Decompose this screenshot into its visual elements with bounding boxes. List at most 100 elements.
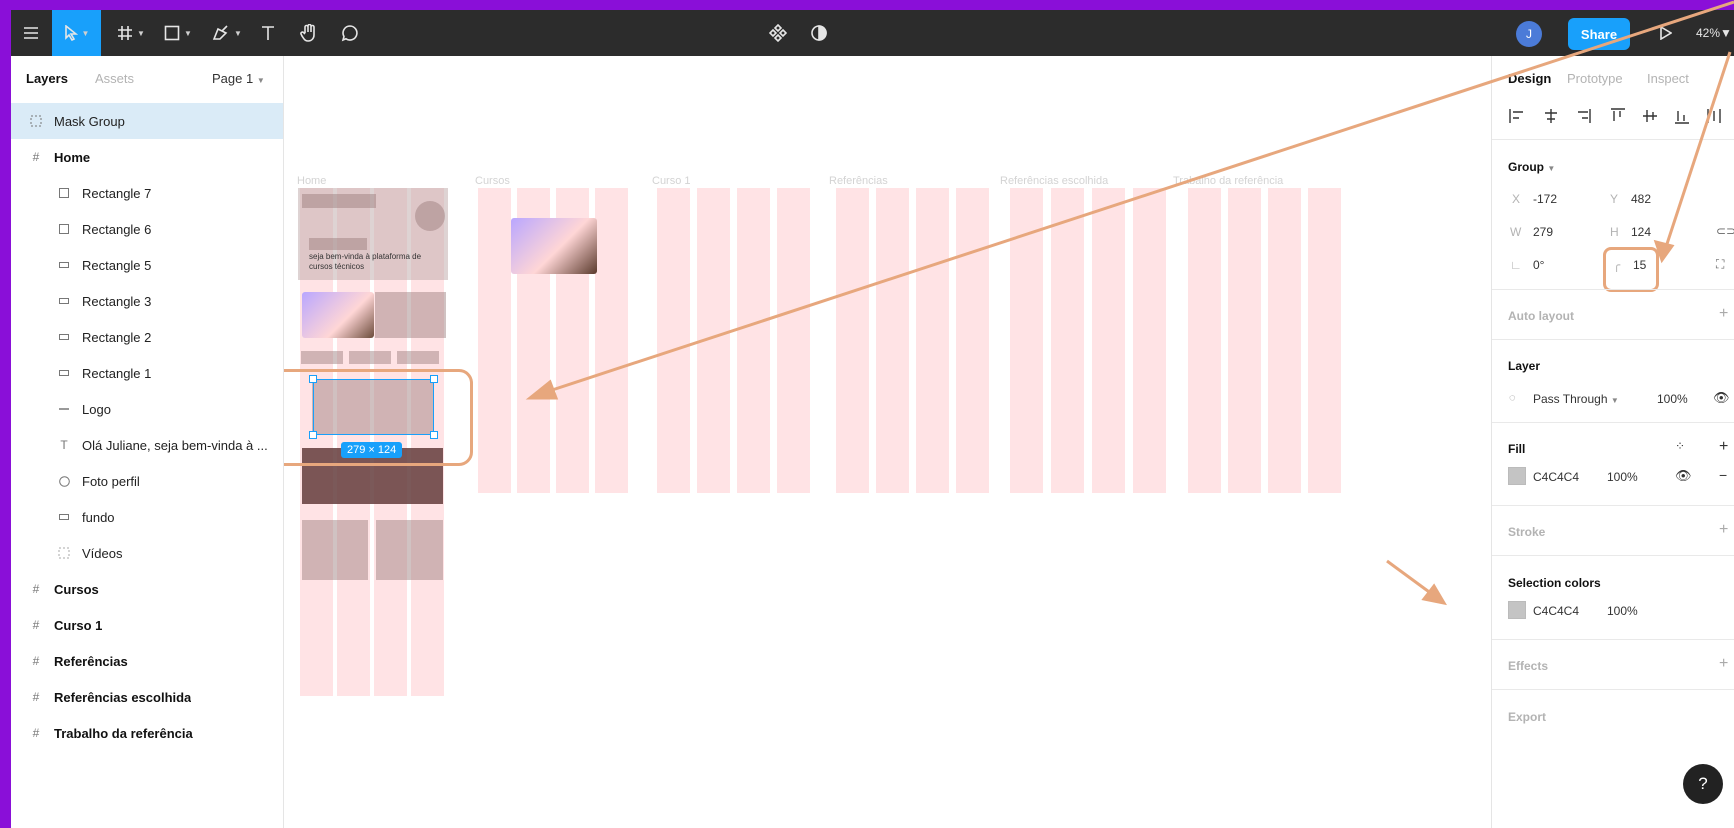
cursos-illustration-image[interactable] [511,218,597,274]
tab-inspect[interactable]: Inspect [1647,71,1689,86]
align-top-icon[interactable] [1611,108,1625,121]
avatar[interactable]: J [1516,21,1542,47]
comment-tool-icon[interactable] [338,10,362,56]
layer-videos[interactable]: Vídeos [11,535,283,571]
layer-frame-cursos[interactable]: # Cursos [11,571,283,607]
add-effect-icon[interactable]: + [1719,655,1728,673]
remove-fill-icon[interactable]: − [1719,467,1727,483]
add-stroke-icon[interactable]: + [1719,521,1728,539]
present-icon[interactable] [1655,10,1677,56]
card-rect[interactable] [375,292,446,338]
tab-design[interactable]: Design [1508,71,1551,86]
tab-rect[interactable] [397,351,439,364]
layer-rectangle-5[interactable]: Rectangle 5 [11,247,283,283]
layer-mask-group[interactable]: Mask Group [11,103,283,139]
frame-icon: # [32,690,40,704]
independent-corners-icon[interactable]: ⛶ [1716,257,1724,272]
illustration-image[interactable] [302,292,374,338]
layer-foto-perfil[interactable]: Foto perfil [11,463,283,499]
width-field[interactable]: 279 [1533,225,1553,239]
help-button[interactable]: ? [1683,764,1723,804]
layer-frame-referencias-escolhida[interactable]: # Referências escolhida [11,679,283,715]
distribute-icon[interactable] [1707,109,1721,123]
layer-frame-curso-1[interactable]: # Curso 1 [11,607,283,643]
video-thumb[interactable] [376,520,443,580]
selection-color-hex[interactable]: C4C4C4 [1533,604,1579,618]
frame-label-referencias[interactable]: Referências [829,175,888,187]
frame-tool-icon[interactable]: ▼ [112,10,150,56]
layout-grid-column [916,188,949,493]
fill-opacity-field[interactable]: 100% [1607,470,1638,484]
layer-fundo[interactable]: fundo [11,499,283,535]
layout-grid-column [1092,188,1125,493]
layout-grid-column [1133,188,1166,493]
layer-opacity-field[interactable]: 100% [1657,392,1688,406]
section-layer: Layer ◌ Pass Through ▼ 100% 👁 [1492,339,1734,422]
layer-frame-referencias[interactable]: # Referências [11,643,283,679]
blend-mode-select[interactable]: Pass Through ▼ [1533,392,1619,406]
align-right-icon[interactable] [1578,109,1591,123]
layer-frame-trabalho-da-referencia[interactable]: # Trabalho da referência [11,715,283,751]
fill-swatch[interactable] [1508,467,1526,485]
add-auto-layout-icon[interactable]: + [1719,305,1728,323]
frame-label-referencias-escolhida[interactable]: Referências escolhida [1000,175,1108,187]
add-fill-icon[interactable]: + [1719,438,1728,456]
x-field[interactable]: -172 [1533,192,1557,206]
align-left-icon[interactable] [1509,109,1523,123]
profile-photo[interactable] [415,201,445,231]
fill-hex-field[interactable]: C4C4C4 [1533,470,1579,484]
zoom-level[interactable]: 42% ▼ [1696,10,1732,56]
share-button[interactable]: Share [1568,18,1630,50]
pen-tool-icon[interactable]: ▼ [207,10,247,56]
move-tool-icon[interactable]: ▼ [52,10,101,56]
align-center-v-icon[interactable] [1643,110,1657,122]
height-field[interactable]: 124 [1631,225,1651,239]
align-center-h-icon[interactable] [1545,109,1557,123]
selection-color-swatch[interactable] [1508,601,1526,619]
logo-rect[interactable] [302,194,376,208]
frame-icon: # [32,150,40,164]
layer-logo[interactable]: Logo [11,391,283,427]
tab-layers[interactable]: Layers [26,71,68,86]
layout-grid-column [478,188,511,493]
layer-rectangle-6[interactable]: Rectangle 6 [11,211,283,247]
layer-rectangle-2[interactable]: Rectangle 2 [11,319,283,355]
shape-tool-icon[interactable]: ▼ [159,10,197,56]
layer-rectangle-1[interactable]: Rectangle 1 [11,355,283,391]
menu-icon[interactable] [19,10,43,56]
tab-prototype[interactable]: Prototype [1567,71,1623,86]
tab-rect[interactable] [301,351,343,364]
layer-rectangle-7[interactable]: Rectangle 7 [11,175,283,211]
layout-grid-column [737,188,770,493]
frame-label-trabalho-da-referencia[interactable]: Trabalho da referência [1173,175,1283,187]
video-thumb[interactable] [302,520,368,580]
greeting-bar[interactable] [309,238,367,250]
layer-frame-home[interactable]: # Home [11,139,283,175]
style-grid-icon[interactable]: ⁘ [1675,439,1685,453]
text-tool-icon[interactable] [256,10,280,56]
layer-rectangle-3[interactable]: Rectangle 3 [11,283,283,319]
frame-label-curso-1[interactable]: Curso 1 [652,175,691,187]
visibility-eye-icon[interactable]: 👁 [1713,390,1730,406]
rectangle-icon [57,294,71,308]
y-field[interactable]: 482 [1631,192,1651,206]
frame-label-home[interactable]: Home [297,175,326,187]
section-fill: Fill ⁘ + C4C4C4 100% 👁 − [1492,422,1734,505]
contrast-icon[interactable] [807,10,831,56]
fill-visibility-icon[interactable]: 👁 [1675,468,1692,484]
rectangle-icon [57,510,71,524]
page-selector[interactable]: Page 1 ▼ [212,71,265,86]
frame-label-cursos[interactable]: Cursos [475,175,510,187]
tab-rect[interactable] [349,351,391,364]
home-welcome-text[interactable]: seja bem-vinda à plataforma de cursos té… [309,252,439,272]
tab-assets[interactable]: Assets [95,71,134,86]
hand-tool-icon[interactable] [297,10,321,56]
components-icon[interactable] [766,10,790,56]
canvas[interactable]: Home Cursos Curso 1 Referências Referênc… [284,56,1491,828]
selection-color-opacity[interactable]: 100% [1607,604,1638,618]
layer-text-greeting[interactable]: T Olá Juliane, seja bem-vinda à ... [11,427,283,463]
constrain-proportions-icon[interactable]: ⊂⊃ [1716,224,1734,238]
group-title[interactable]: Group ▼ [1508,160,1555,174]
rotation-field[interactable]: 0° [1533,258,1544,272]
align-bottom-icon[interactable] [1675,111,1689,124]
